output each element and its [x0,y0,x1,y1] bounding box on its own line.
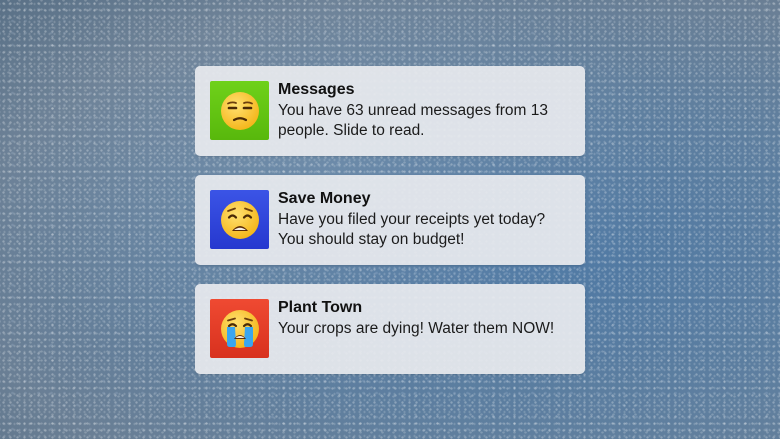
messages-app-icon [210,81,269,140]
notification-save-money[interactable]: Save Money Have you filed your receipts … [195,175,585,265]
notification-title: Save Money [278,190,371,207]
notification-plant-town[interactable]: Plant Town Your crops are dying! Water t… [195,284,585,374]
plant-town-app-icon [210,299,269,358]
notification-messages[interactable]: Messages You have 63 unread messages fro… [195,66,585,156]
notification-title: Messages [278,81,355,98]
weary-face-icon [219,199,261,241]
notification-body: You have 63 unread messages from 13 peop… [278,102,548,139]
notification-body: Have you filed your receipts yet today? … [278,211,546,248]
crying-face-icon [219,308,261,350]
unamused-face-icon [219,90,261,132]
notification-body: Your crops are dying! Water them NOW! [278,320,555,337]
save-money-app-icon [210,190,269,249]
notification-title: Plant Town [278,299,363,316]
